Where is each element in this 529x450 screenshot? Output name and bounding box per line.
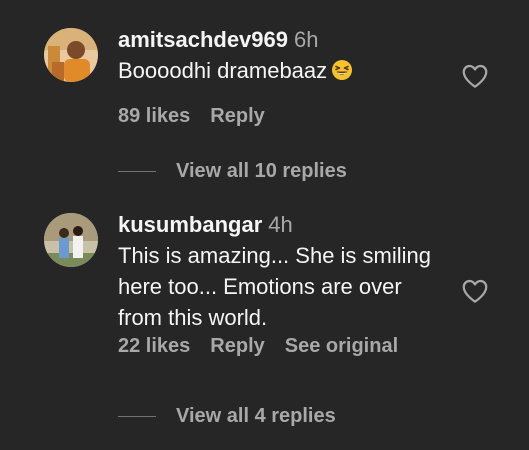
reply-button[interactable]: Reply (210, 335, 264, 357)
comment-text-wrapper: Boooodhi dramebaaz (118, 55, 448, 89)
view-replies-button[interactable]: View all 4 replies (118, 405, 336, 428)
comment-text: Boooodhi dramebaaz (118, 58, 328, 83)
grinning-squinting-face-icon (331, 58, 353, 89)
divider (118, 416, 156, 418)
comment-time: 6h (294, 27, 319, 52)
reply-button[interactable]: Reply (210, 105, 264, 127)
avatar[interactable] (44, 28, 98, 82)
comment-text: This is amazing... She is smiling here t… (118, 243, 431, 330)
divider (118, 171, 156, 173)
comment-time: 4h (268, 212, 293, 237)
see-original-button[interactable]: See original (285, 335, 398, 357)
username[interactable]: amitsachdev969 (118, 27, 288, 52)
heart-icon[interactable] (460, 61, 490, 91)
heart-icon[interactable] (460, 276, 490, 306)
view-replies-label: View all 10 replies (176, 160, 347, 182)
view-replies-label: View all 4 replies (176, 405, 336, 427)
avatar[interactable] (44, 213, 98, 267)
comment-meta: 89 likes Reply (118, 105, 285, 128)
view-replies-button[interactable]: View all 10 replies (118, 160, 347, 183)
likes-count[interactable]: 22 likes (118, 335, 190, 357)
comment-meta: 22 likes Reply See original (118, 335, 418, 358)
username[interactable]: kusumbangar (118, 212, 262, 237)
likes-count[interactable]: 89 likes (118, 105, 190, 127)
